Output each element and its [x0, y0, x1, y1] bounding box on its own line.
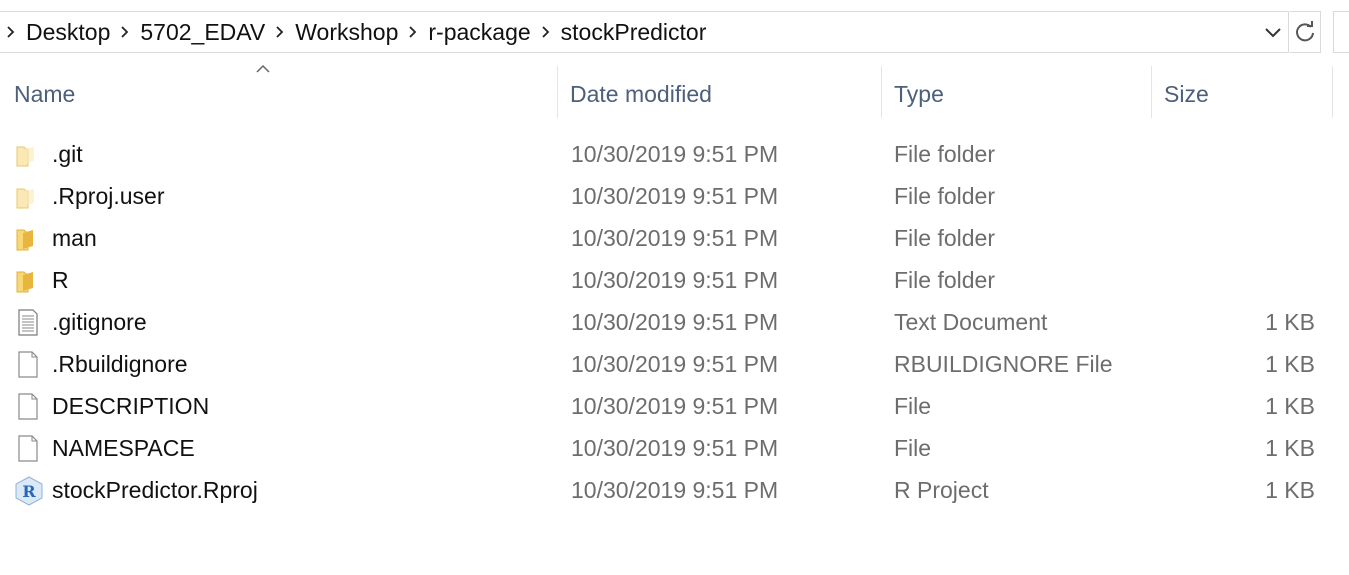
chevron-right-icon[interactable]	[269, 25, 291, 39]
column-divider[interactable]	[1332, 66, 1333, 118]
file-row[interactable]: R 10/30/2019 9:51 PM File folder	[0, 259, 1349, 301]
file-date: 10/30/2019 9:51 PM	[571, 351, 779, 377]
refresh-icon	[1296, 21, 1314, 42]
file-row[interactable]: .git 10/30/2019 9:51 PM File folder	[0, 133, 1349, 175]
file-name: .gitignore	[52, 309, 147, 335]
file-name: man	[52, 225, 97, 251]
file-type: File	[894, 435, 932, 461]
address-bar[interactable]: Desktop 5702_EDAV Workshop r-package sto…	[0, 11, 1289, 53]
column-divider[interactable]	[881, 66, 882, 118]
file-name: R	[52, 267, 69, 293]
breadcrumb-item-stockpredictor[interactable]: stockPredictor	[557, 12, 711, 52]
file-type: RBUILDIGNORE File	[894, 351, 1113, 377]
file-name: .Rproj.user	[52, 183, 165, 209]
file-type: File	[894, 393, 932, 419]
file-size: 1 KB	[1265, 477, 1315, 503]
breadcrumb-item-desktop[interactable]: Desktop	[22, 12, 114, 52]
file-type: File folder	[894, 141, 995, 167]
address-history-dropdown[interactable]	[1260, 20, 1286, 46]
text-document-icon	[14, 308, 42, 336]
file-row[interactable]: .Rproj.user 10/30/2019 9:51 PM File fold…	[0, 175, 1349, 217]
breadcrumb-item-5702-edav[interactable]: 5702_EDAV	[136, 12, 269, 52]
column-header-size[interactable]: Size	[1164, 66, 1209, 118]
chevron-right-icon[interactable]	[114, 25, 136, 39]
breadcrumb-item-workshop[interactable]: Workshop	[291, 12, 402, 52]
column-header-type[interactable]: Type	[894, 66, 944, 118]
svg-text:R: R	[22, 482, 36, 501]
folder-icon	[14, 224, 42, 252]
breadcrumb-item-r-package[interactable]: r-package	[424, 12, 534, 52]
column-divider[interactable]	[557, 66, 558, 118]
file-row[interactable]: DESCRIPTION 10/30/2019 9:51 PM File 1 KB	[0, 385, 1349, 427]
breadcrumb: Desktop 5702_EDAV Workshop r-package sto…	[0, 12, 710, 52]
file-row[interactable]: man 10/30/2019 9:51 PM File folder	[0, 217, 1349, 259]
chevron-down-icon	[1265, 28, 1281, 38]
file-list: .git 10/30/2019 9:51 PM File folder .Rpr…	[0, 133, 1349, 511]
file-name: stockPredictor.Rproj	[52, 477, 258, 503]
file-type: File folder	[894, 225, 995, 251]
file-size: 1 KB	[1265, 309, 1315, 335]
chevron-right-icon[interactable]	[0, 25, 22, 39]
chevron-right-icon[interactable]	[402, 25, 424, 39]
file-name: .Rbuildignore	[52, 351, 188, 377]
file-date: 10/30/2019 9:51 PM	[571, 309, 779, 335]
file-row[interactable]: NAMESPACE 10/30/2019 9:51 PM File 1 KB	[0, 427, 1349, 469]
file-date: 10/30/2019 9:51 PM	[571, 141, 779, 167]
column-divider[interactable]	[1151, 66, 1152, 118]
refresh-button[interactable]	[1290, 11, 1321, 53]
file-type: R Project	[894, 477, 989, 503]
folder-empty-icon	[14, 182, 42, 210]
column-header-date-modified[interactable]: Date modified	[570, 66, 712, 118]
file-size: 1 KB	[1265, 393, 1315, 419]
file-date: 10/30/2019 9:51 PM	[571, 183, 779, 209]
column-header-name[interactable]: Name	[14, 66, 75, 118]
sort-ascending-icon	[256, 64, 270, 73]
file-type: Text Document	[894, 309, 1048, 335]
file-row[interactable]: .Rbuildignore 10/30/2019 9:51 PM RBUILDI…	[0, 343, 1349, 385]
file-date: 10/30/2019 9:51 PM	[571, 435, 779, 461]
chevron-right-icon[interactable]	[535, 25, 557, 39]
file-date: 10/30/2019 9:51 PM	[571, 393, 779, 419]
r-project-icon: R	[14, 476, 43, 506]
file-size: 1 KB	[1265, 435, 1315, 461]
file-name: NAMESPACE	[52, 435, 195, 461]
file-size: 1 KB	[1265, 351, 1315, 377]
file-date: 10/30/2019 9:51 PM	[571, 477, 779, 503]
file-date: 10/30/2019 9:51 PM	[571, 267, 779, 293]
file-icon	[14, 350, 42, 378]
search-box[interactable]	[1333, 11, 1349, 53]
file-icon	[14, 392, 42, 420]
folder-icon	[14, 266, 42, 294]
file-icon	[14, 434, 42, 462]
folder-empty-icon	[14, 140, 42, 168]
file-row[interactable]: .gitignore 10/30/2019 9:51 PM Text Docum…	[0, 301, 1349, 343]
file-type: File folder	[894, 183, 995, 209]
file-type: File folder	[894, 267, 995, 293]
file-row[interactable]: R stockPredictor.Rproj 10/30/2019 9:51 P…	[0, 469, 1349, 511]
file-name: .git	[52, 141, 83, 167]
file-date: 10/30/2019 9:51 PM	[571, 225, 779, 251]
file-name: DESCRIPTION	[52, 393, 210, 419]
